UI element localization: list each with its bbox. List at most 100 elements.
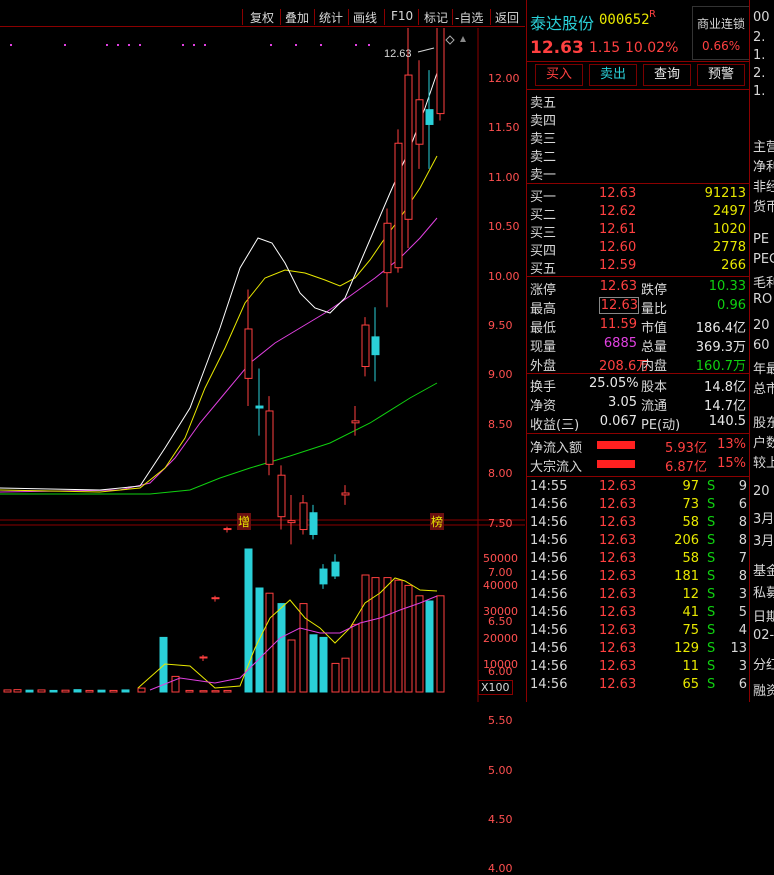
candle-up[interactable] (244, 328, 253, 379)
trade-tick-row[interactable]: 14:56 12.63 58 S 8 (527, 515, 749, 533)
candle-down[interactable] (425, 109, 434, 125)
volume-bar-down[interactable] (73, 689, 82, 693)
toolbar-draw-line-button[interactable]: 画线 (353, 9, 377, 26)
toolbar-overlay-button[interactable]: 叠加 (285, 9, 309, 26)
candle-up[interactable] (361, 324, 370, 368)
candle-up[interactable] (394, 142, 403, 269)
volume-bar-up[interactable] (415, 595, 424, 693)
tick-side: S (707, 677, 716, 692)
volume-bar-up[interactable] (383, 577, 392, 693)
trade-tick-row[interactable]: 14:55 12.63 97 S 9 (527, 479, 749, 497)
tick-count: 6 (738, 677, 747, 692)
volume-bar-down[interactable] (425, 600, 434, 693)
marker-zeng[interactable]: 增 (237, 513, 252, 530)
candle-up[interactable] (351, 420, 360, 424)
trade-tick-row[interactable]: 14:56 12.63 11 S 3 (527, 659, 749, 677)
info-side-panel[interactable]: 00 2. 1. 2. 1. 主营净利非经货币 PE PEG 毛利RO 20 60 年最总市股东户数较… (749, 0, 774, 702)
volume-bar-up[interactable] (185, 689, 194, 693)
trade-tick-row[interactable]: 14:56 12.63 73 S 6 (527, 497, 749, 515)
candle-up[interactable] (287, 520, 296, 524)
triangle-icon[interactable] (460, 36, 466, 42)
toolbar-remove-watchlist-button[interactable]: -自选 (455, 9, 483, 26)
trade-tick-row[interactable]: 14:56 12.63 206 S 8 (527, 533, 749, 551)
trade-tick-row[interactable]: 14:56 12.63 65 S 6 (527, 677, 749, 695)
marker-bang[interactable]: 榜 (430, 513, 445, 530)
volume-bar-up[interactable] (211, 690, 220, 693)
alert-button[interactable]: 预警 (697, 64, 745, 86)
sell-level-row[interactable]: 卖四 (527, 110, 749, 129)
volume-bar-up[interactable] (85, 689, 94, 693)
candle-up[interactable] (211, 597, 220, 600)
volume-bar-up[interactable] (341, 657, 350, 693)
toolbar-f10-button[interactable]: F10 (391, 9, 413, 23)
volume-bar-up[interactable] (404, 584, 413, 693)
query-button[interactable]: 查询 (643, 64, 691, 86)
volume-bar-up[interactable] (109, 689, 118, 693)
sector-box[interactable]: 商业连锁 0.66% (692, 6, 750, 60)
volume-bar-up[interactable] (223, 689, 232, 693)
buy-level-row[interactable]: 买四 12.60 2778 (527, 240, 749, 259)
buy-level-row[interactable]: 买五 12.59 266 (527, 258, 749, 277)
buy-level-row[interactable]: 买一 12.63 91213 (527, 186, 749, 205)
volume-bar-up[interactable] (361, 574, 370, 693)
toolbar-restore-rights-button[interactable]: 复权 (250, 9, 274, 26)
volume-bar-up[interactable] (61, 689, 70, 693)
candle-up[interactable] (383, 222, 392, 274)
toolbar-mark-button[interactable]: 标记 (424, 9, 448, 26)
candle-up[interactable] (277, 474, 286, 518)
volume-bar-down[interactable] (25, 689, 34, 693)
volume-bar-up[interactable] (394, 579, 403, 693)
volume-bar-down[interactable] (121, 689, 130, 693)
volume-bar-up[interactable] (436, 595, 445, 693)
candle-down[interactable] (371, 336, 380, 356)
tick-count: 13 (730, 641, 747, 656)
candle-up[interactable] (341, 492, 350, 496)
sell-level-row[interactable]: 卖五 (527, 92, 749, 111)
volume-bar-up[interactable] (37, 689, 46, 693)
volume-bar-down[interactable] (319, 636, 328, 693)
volume-bar-down[interactable] (309, 634, 318, 693)
candle-down[interactable] (255, 405, 264, 409)
sell-level-row[interactable]: 卖一 (527, 164, 749, 183)
toolbar-statistics-button[interactable]: 统计 (319, 9, 343, 26)
volume-bar-up[interactable] (199, 690, 208, 693)
candle-up[interactable] (299, 502, 308, 531)
buy-level-row[interactable]: 买二 12.62 2497 (527, 204, 749, 223)
candlestick-svg[interactable]: 12.63 (0, 28, 525, 702)
trade-tick-row[interactable]: 14:56 12.63 12 S 3 (527, 587, 749, 605)
toolbar-back-button[interactable]: 返回 (495, 9, 519, 26)
volume-bar-down[interactable] (97, 689, 106, 693)
candle-up[interactable] (223, 528, 232, 531)
stat-label: 外盘 (530, 359, 557, 374)
volume-bar-up[interactable] (331, 662, 340, 693)
sell-level-row[interactable]: 卖二 (527, 146, 749, 165)
volume-bar-up[interactable] (351, 623, 360, 693)
kline-chart-area[interactable]: 复权 叠加 统计 画线 F10 标记 -自选 返回 12.63 12.00 11… (0, 0, 525, 875)
buy-level-row[interactable]: 买三 12.61 1020 (527, 222, 749, 241)
sell-button[interactable]: 卖出 (589, 64, 637, 86)
volume-bar-up[interactable] (265, 592, 274, 693)
sell-level-row[interactable]: 卖三 (527, 128, 749, 147)
candle-down[interactable] (309, 512, 318, 535)
volume-bar-up[interactable] (137, 687, 146, 693)
volume-bar-up[interactable] (3, 689, 12, 693)
diamond-icon[interactable] (445, 35, 455, 45)
stat-value: 11.59 (599, 317, 637, 332)
trade-tick-row[interactable]: 14:56 12.63 58 S 7 (527, 551, 749, 569)
trade-tick-row[interactable]: 14:56 12.63 41 S 5 (527, 605, 749, 623)
candle-up[interactable] (199, 656, 208, 659)
candle-down[interactable] (331, 561, 340, 577)
volume-bar-up[interactable] (287, 639, 296, 693)
trade-tick-row[interactable]: 14:56 12.63 181 S 8 (527, 569, 749, 587)
buy-button[interactable]: 买入 (535, 64, 583, 86)
candle-up[interactable] (265, 410, 274, 465)
volume-bar-up[interactable] (13, 689, 22, 693)
candle-down[interactable] (319, 568, 328, 585)
volume-bar-down[interactable] (277, 603, 286, 693)
candle-up[interactable] (404, 74, 413, 220)
trade-tick-row[interactable]: 14:56 12.63 75 S 4 (527, 623, 749, 641)
candle-up[interactable] (436, 28, 445, 115)
volume-bar-down[interactable] (49, 689, 58, 693)
candle-up[interactable] (415, 99, 424, 145)
trade-tick-row[interactable]: 14:56 12.63 129 S 13 (527, 641, 749, 659)
